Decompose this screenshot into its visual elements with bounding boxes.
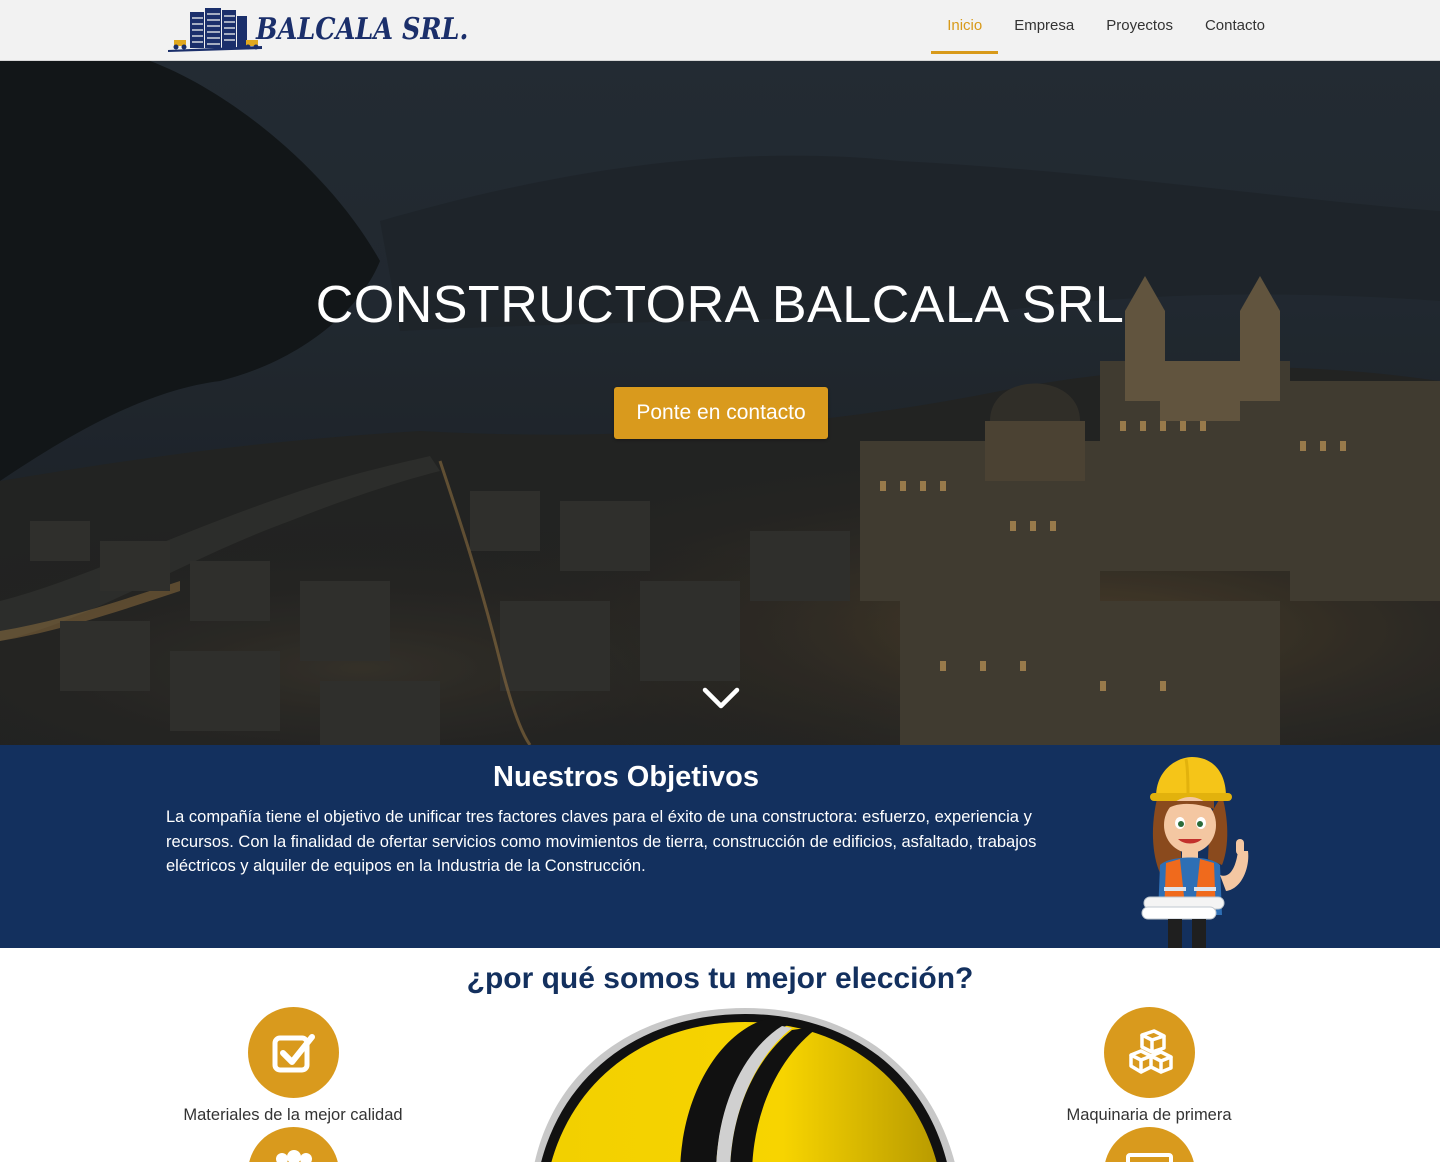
feature-team	[248, 1127, 339, 1162]
worker-illustration	[1141, 757, 1249, 948]
feature-machinery	[1104, 1007, 1195, 1098]
why-us-title: ¿por qué somos tu mejor elección?	[466, 962, 974, 995]
hero-title: CONSTRUCTORA BALCALA SRL	[315, 276, 1125, 334]
brand-name: BALCALA SRL.	[256, 12, 469, 47]
main-nav: Inicio Empresa Proyectos Contacto	[931, 0, 1281, 61]
hero-section: CONSTRUCTORA BALCALA SRL Ponte en contac…	[0, 61, 1440, 745]
chevron-down-icon[interactable]	[702, 685, 740, 711]
feature-quality-label: Materiales de la mejor calidad	[183, 1106, 403, 1124]
checkbox-icon	[272, 1034, 315, 1073]
hard-hat-illustration	[534, 1008, 955, 1162]
navbar: BALCALA SRL. Inicio Empresa Proyectos Co…	[0, 0, 1440, 61]
feature-machinery-label: Maquinaria de primera	[1066, 1106, 1232, 1124]
nav-item-empresa[interactable]: Empresa	[998, 0, 1090, 61]
objectives-title: Nuestros Objetivos	[493, 761, 759, 793]
contact-button[interactable]: Ponte en contacto	[614, 387, 828, 439]
nav-item-inicio[interactable]: Inicio	[931, 0, 999, 61]
nav-item-proyectos[interactable]: Proyectos	[1090, 0, 1189, 61]
cubes-icon	[1129, 1029, 1173, 1074]
objectives-section: Nuestros Objetivos La compañía tiene el …	[0, 745, 1440, 948]
money-icon	[1126, 1153, 1173, 1162]
objectives-text: La compañía tiene el objetivo de unifica…	[166, 808, 1037, 875]
users-icon	[276, 1150, 312, 1162]
why-us-section: ¿por qué somos tu mejor elección? Materi…	[0, 948, 1440, 1162]
building-logo-icon	[168, 8, 262, 52]
nav-item-contacto[interactable]: Contacto	[1189, 0, 1281, 61]
brand-logo[interactable]: BALCALA SRL.	[166, 4, 468, 54]
feature-quality	[248, 1007, 339, 1098]
feature-prices	[1104, 1127, 1195, 1162]
